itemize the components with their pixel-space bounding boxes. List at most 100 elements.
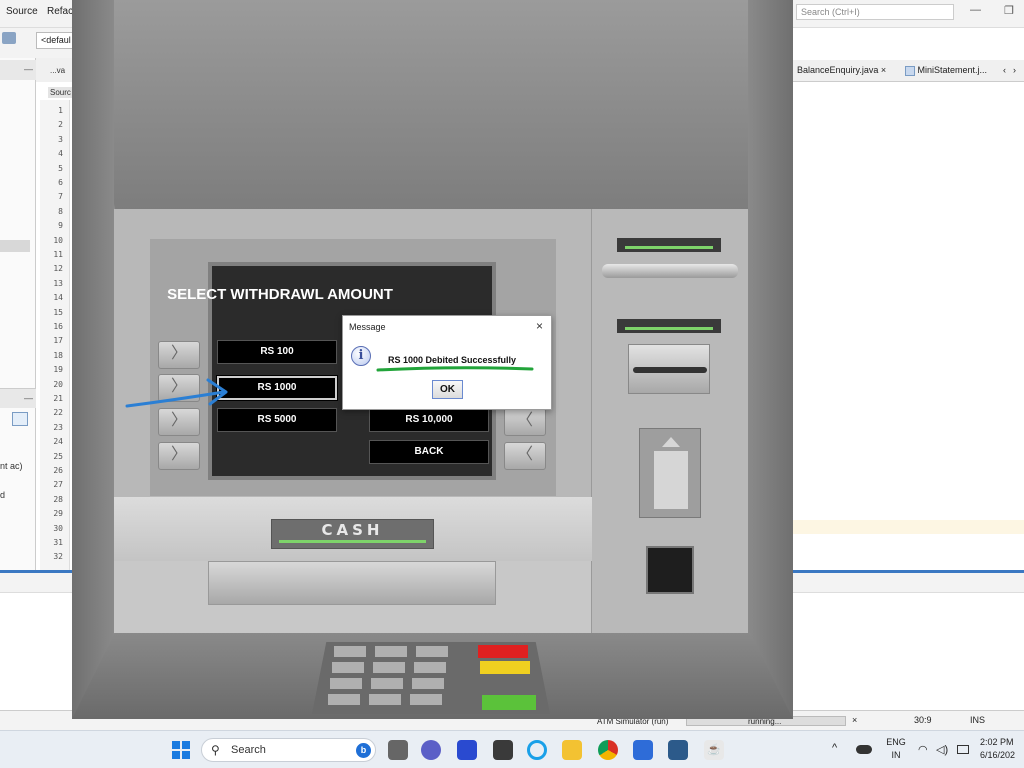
navigator-text: nt ac) — [0, 461, 23, 471]
close-icon[interactable]: × — [536, 319, 543, 333]
language-region: IN — [891, 750, 901, 760]
source-tab[interactable]: Sourc — [48, 87, 73, 98]
editor-tab-bar-right: BalanceEnquiry.java × MiniStatement.j...… — [793, 60, 1024, 82]
rs-1000-button[interactable]: RS 1000 — [216, 375, 338, 401]
pin-key[interactable] — [334, 646, 366, 657]
editor-tab[interactable]: ...va — [50, 66, 65, 75]
teams-icon[interactable] — [421, 740, 441, 760]
line-number: 10 — [53, 235, 63, 245]
rs-5000-button[interactable]: RS 5000 — [217, 408, 337, 432]
line-number: 3 — [58, 134, 63, 144]
right-editor-area[interactable] — [793, 100, 1024, 570]
cursor-position: 30:9 — [914, 715, 932, 725]
pin-key[interactable] — [416, 646, 448, 657]
line-number: 4 — [58, 149, 63, 159]
clock-date[interactable]: 6/16/202 — [980, 750, 1024, 760]
volume-icon[interactable]: ◁) — [936, 743, 948, 756]
back-button[interactable]: BACK — [369, 440, 489, 464]
ok-button[interactable]: OK — [432, 380, 463, 399]
minimize-panel-icon[interactable]: — — [24, 393, 33, 403]
rs-100-button[interactable]: RS 100 — [217, 340, 337, 364]
wifi-icon[interactable]: ◠ — [918, 743, 928, 756]
minimize-icon[interactable]: — — [970, 4, 981, 16]
line-number: 5 — [58, 163, 63, 173]
ide-search-input[interactable]: Search (Ctrl+I) — [796, 4, 954, 20]
left-side-key-4[interactable]: 〉 — [158, 442, 200, 470]
tab-balance-enquiry[interactable]: BalanceEnquiry.java × — [797, 65, 886, 75]
chrome-icon[interactable] — [598, 740, 618, 760]
bing-icon[interactable]: b — [356, 743, 371, 758]
navigator-panel-header: — — [0, 388, 36, 408]
language-indicator[interactable]: ENG — [884, 737, 908, 747]
tab-scroll-right-icon[interactable]: › — [1013, 65, 1016, 75]
line-number: 11 — [53, 250, 63, 259]
virtualbox-icon[interactable] — [633, 740, 653, 760]
pin-key[interactable] — [373, 662, 405, 673]
close-tab-icon[interactable]: × — [881, 65, 886, 75]
toolbar-icon[interactable] — [2, 32, 16, 44]
right-side-key-3[interactable]: 〈 — [504, 408, 546, 436]
minimize-panel-icon[interactable]: — — [24, 64, 33, 74]
line-number: 27 — [53, 480, 63, 490]
navigator-filter-icon[interactable] — [12, 412, 28, 426]
onedrive-icon[interactable] — [856, 745, 872, 754]
current-line-highlight — [793, 520, 1024, 534]
line-number: 14 — [53, 293, 63, 303]
pin-key[interactable] — [369, 694, 401, 705]
file-explorer-icon[interactable] — [562, 740, 582, 760]
line-number: 2 — [58, 120, 63, 130]
line-number: 7 — [58, 192, 63, 202]
receipt-slot — [602, 264, 738, 278]
menu-source[interactable]: Source — [6, 6, 38, 17]
netbeans-icon[interactable] — [668, 740, 688, 760]
left-side-key-3[interactable]: 〉 — [158, 408, 200, 436]
pin-key[interactable] — [371, 678, 403, 689]
insert-card-icon — [639, 428, 701, 518]
cash-indicator — [279, 540, 426, 543]
show-hidden-icons[interactable]: ^ — [832, 742, 837, 754]
right-side-key-4[interactable]: 〈 — [504, 442, 546, 470]
pin-key[interactable] — [330, 678, 362, 689]
line-number: 17 — [53, 336, 63, 346]
taskbar-search[interactable]: ⚲ Search b — [201, 738, 376, 762]
clear-key[interactable] — [480, 661, 530, 674]
clock-time[interactable]: 2:02 PM — [980, 737, 1024, 747]
pin-key[interactable] — [328, 694, 360, 705]
windows-start-icon[interactable] — [172, 741, 190, 759]
cash-label: CASH — [321, 521, 384, 539]
pin-key[interactable] — [375, 646, 407, 657]
message-dialog: Message × i RS 1000 Debited Successfully… — [342, 315, 552, 410]
pin-key[interactable] — [414, 662, 446, 673]
battery-icon[interactable] — [957, 745, 969, 754]
receipt-indicator — [617, 238, 721, 252]
line-number: 28 — [53, 494, 63, 504]
pin-key[interactable] — [410, 694, 442, 705]
task-view-icon[interactable] — [388, 740, 408, 760]
enter-key[interactable] — [482, 695, 536, 710]
left-side-key-1[interactable]: 〉 — [158, 341, 200, 369]
tab-mini-statement[interactable]: MiniStatement.j... — [905, 65, 987, 76]
line-number: 25 — [53, 451, 63, 461]
pin-key[interactable] — [332, 662, 364, 673]
atm-sensor — [646, 546, 694, 594]
line-number: 8 — [58, 206, 63, 216]
store-icon[interactable] — [493, 740, 513, 760]
cancel-key[interactable] — [478, 645, 528, 658]
stop-icon[interactable]: × — [852, 715, 857, 725]
restore-icon[interactable]: ❐ — [1004, 4, 1014, 17]
tab-scroll-left-icon[interactable]: ‹ — [1003, 65, 1006, 75]
pin-key[interactable] — [412, 678, 444, 689]
cortana-icon[interactable] — [527, 740, 547, 760]
line-number: 29 — [53, 509, 63, 519]
selected-node[interactable] — [0, 240, 30, 252]
search-label: Search — [231, 744, 266, 756]
pen-app-icon[interactable] — [457, 740, 477, 760]
line-number: 16 — [53, 322, 63, 331]
config-combo[interactable]: <defaul — [36, 32, 76, 49]
line-number: 24 — [53, 437, 63, 447]
line-number: 19 — [53, 365, 63, 375]
navigator-text: d — [0, 490, 6, 500]
java-icon[interactable]: ☕ — [704, 740, 724, 760]
rs-10000-button[interactable]: RS 10,000 — [369, 408, 489, 432]
menu-refactor[interactable]: Refac — [47, 6, 73, 17]
